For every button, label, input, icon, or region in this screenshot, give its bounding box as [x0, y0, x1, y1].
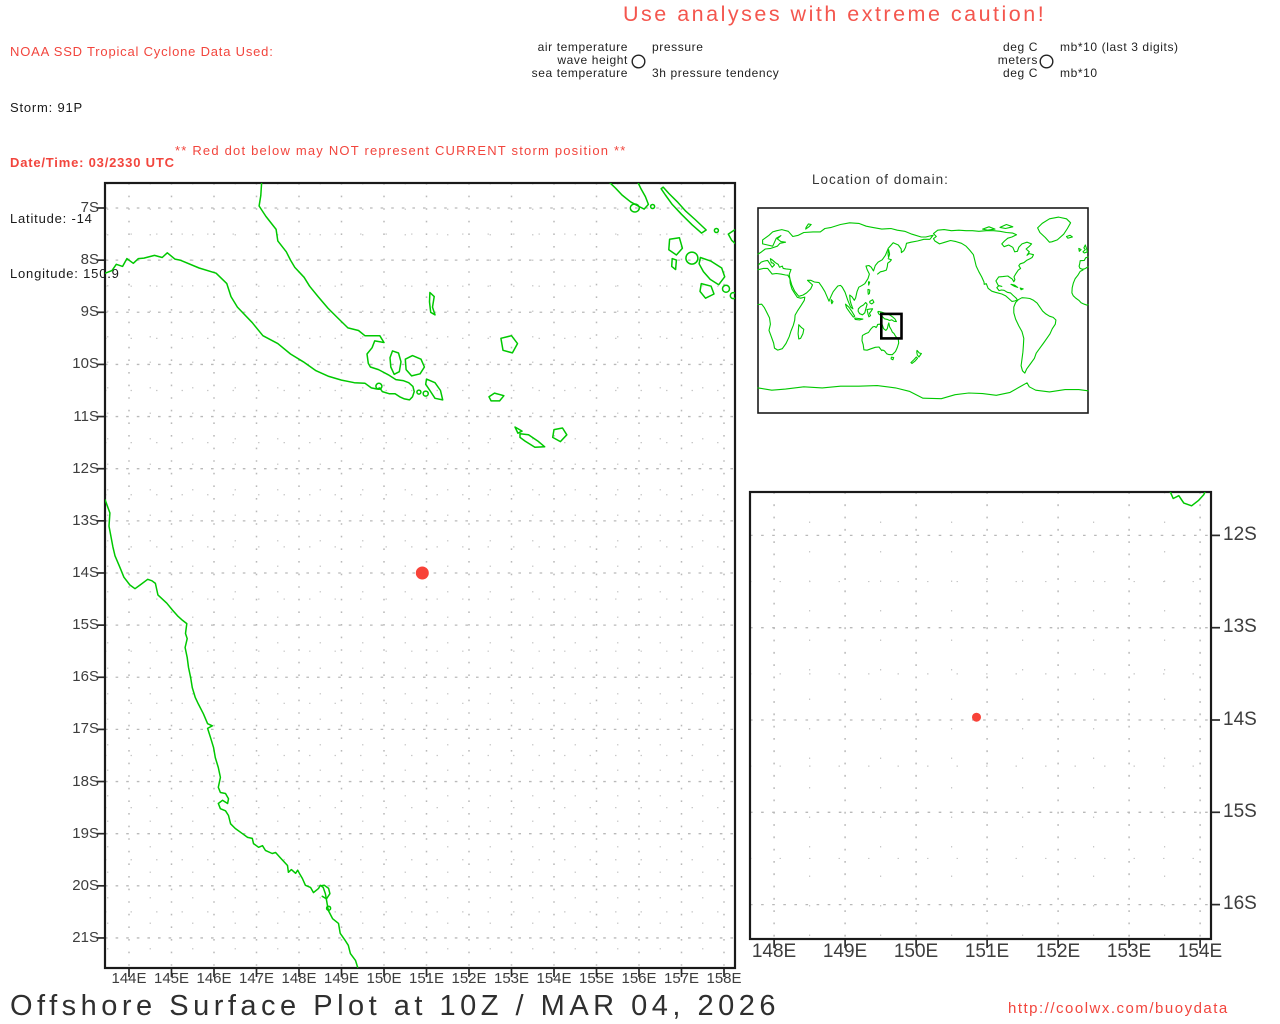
- main-map-ticks: [96, 207, 725, 977]
- axis-tick-label: 148E: [281, 970, 317, 987]
- island-ranongga: [670, 257, 678, 271]
- axis-tick-label: 8S: [80, 251, 99, 269]
- axis-tick-label: 153E: [493, 970, 530, 987]
- axis-tick-label: 151E: [964, 941, 1010, 962]
- main-map: [96, 181, 737, 977]
- island-fergusson: [404, 354, 426, 377]
- island-rossel: [551, 427, 568, 443]
- axis-tick-label: 12S: [1223, 524, 1257, 545]
- axis-tick-label: 152E: [1035, 941, 1081, 962]
- axis-tick-label: 158E: [706, 970, 742, 987]
- island-misima: [488, 392, 505, 402]
- units-meters: meters: [997, 53, 1038, 67]
- axis-tick-label: 150E: [366, 970, 402, 987]
- axis-tick-label: 144E: [111, 970, 147, 987]
- axis-tick-label: 11S: [73, 407, 99, 425]
- axis-tick-label: 15S: [72, 616, 99, 634]
- axis-tick-label: 9S: [80, 303, 99, 321]
- island-tagula: [519, 433, 546, 449]
- axis-tick-label: 154E: [1177, 941, 1223, 962]
- storm-info-storm: Storm: 91P: [10, 99, 84, 115]
- storm-position-warning: ** Red dot below may NOT represent CURRE…: [175, 143, 627, 158]
- island-goodenough: [389, 350, 402, 376]
- axis-tick-label: 148E: [751, 941, 797, 962]
- axis-tick-label: 13S: [1223, 616, 1257, 638]
- island-dot-small-2: [713, 227, 720, 234]
- station-circle-icon: [631, 54, 646, 69]
- units-circle-icon: [1039, 54, 1054, 69]
- legend-pressure-tendency: 3h pressure tendency: [652, 66, 780, 80]
- axis-tick-label: 155E: [578, 970, 615, 987]
- units-deg-c-bottom: deg C: [1002, 66, 1038, 80]
- zoom-map: [748, 490, 1220, 948]
- island-shortland: [629, 203, 641, 213]
- axis-tick-label: 16S: [72, 668, 99, 686]
- world-map-frame: [757, 207, 1089, 414]
- island-islet-2: [422, 390, 429, 397]
- axis-tick-label: 151E: [408, 970, 445, 987]
- axis-tick-label: 153E: [1106, 941, 1152, 962]
- units-mb10-digits: mb*10 (last 3 digits): [1060, 40, 1179, 54]
- legend-sea-temperature: sea temperature: [531, 66, 628, 80]
- axis-tick-label: 147E: [238, 970, 275, 987]
- axis-tick-label: 150E: [893, 941, 939, 962]
- zoom-map-ticks: [773, 534, 1220, 948]
- domain-location-box: [880, 312, 903, 340]
- axis-tick-label: 157E: [663, 970, 700, 987]
- offshore-surface-plot-page: { "colors": { "red_text": "#f2453d", "co…: [0, 0, 1280, 1024]
- units-mb10: mb*10: [1060, 66, 1098, 80]
- world-inset-map: [757, 207, 1089, 414]
- legend-wave-height: wave height: [557, 53, 628, 67]
- caution-banner: Use analyses with extreme caution!: [623, 2, 1047, 26]
- axis-tick-label: 15S: [1223, 800, 1257, 822]
- inset-map-title: Location of domain:: [812, 172, 949, 187]
- legend-air-temperature: air temperature: [537, 40, 628, 54]
- island-kiriwina: [428, 291, 436, 316]
- axis-tick-label: 19S: [72, 824, 99, 842]
- axis-tick-label: 12S: [72, 459, 99, 477]
- axis-tick-label: 146E: [196, 970, 232, 987]
- island-vangunu: [699, 282, 715, 299]
- axis-tick-label: 21S: [72, 928, 99, 946]
- island-choiseul: [660, 186, 707, 234]
- axis-tick-label: 145E: [153, 970, 190, 987]
- legend-pressure: pressure: [652, 40, 704, 54]
- world-coastlines: [757, 216, 1089, 400]
- island-dot-small: [649, 203, 656, 210]
- island-vella-lavella: [668, 236, 684, 256]
- island-islet-1: [416, 389, 422, 395]
- island-new-georgia: [698, 256, 726, 286]
- axis-tick-label: 14S: [1223, 708, 1257, 730]
- axis-tick-label: 10S: [72, 355, 99, 373]
- axis-tick-label: 7S: [80, 199, 99, 216]
- axis-tick-label: 16S: [1223, 893, 1257, 915]
- axis-tick-label: 152E: [451, 970, 487, 987]
- storm-info-source: NOAA SSD Tropical Cyclone Data Used:: [10, 44, 274, 59]
- axis-tick-label: 14S: [72, 563, 99, 581]
- axis-tick-label: 149E: [323, 970, 360, 987]
- plot-title: Offshore Surface Plot at 10Z / MAR 04, 2…: [10, 990, 781, 1022]
- island-woodlark: [500, 334, 519, 354]
- axis-tick-label: 154E: [536, 970, 572, 987]
- island-tagula-west: [514, 426, 523, 434]
- island-rendova: [721, 284, 731, 294]
- storm-position-dot: [415, 566, 429, 580]
- axis-tick-label: 13S: [72, 511, 99, 529]
- coastline-papua-new-guinea: [105, 183, 415, 401]
- island-normanby: [424, 378, 444, 401]
- axis-tick-label: 17S: [72, 720, 99, 738]
- axis-tick-label: 156E: [621, 970, 657, 987]
- axis-tick-label: 20S: [72, 876, 99, 894]
- island-bougainville: [609, 183, 650, 210]
- island-kolombangara: [685, 251, 699, 265]
- coastline-rossel-fragment: [1169, 492, 1206, 507]
- source-url: http://coolwx.com/buoydata: [1008, 1000, 1229, 1017]
- axis-tick-label: 18S: [72, 772, 99, 790]
- units-deg-c-top: deg C: [1002, 40, 1038, 54]
- axis-tick-label: 149E: [822, 941, 868, 962]
- storm-position-dot-zoom: [972, 712, 981, 722]
